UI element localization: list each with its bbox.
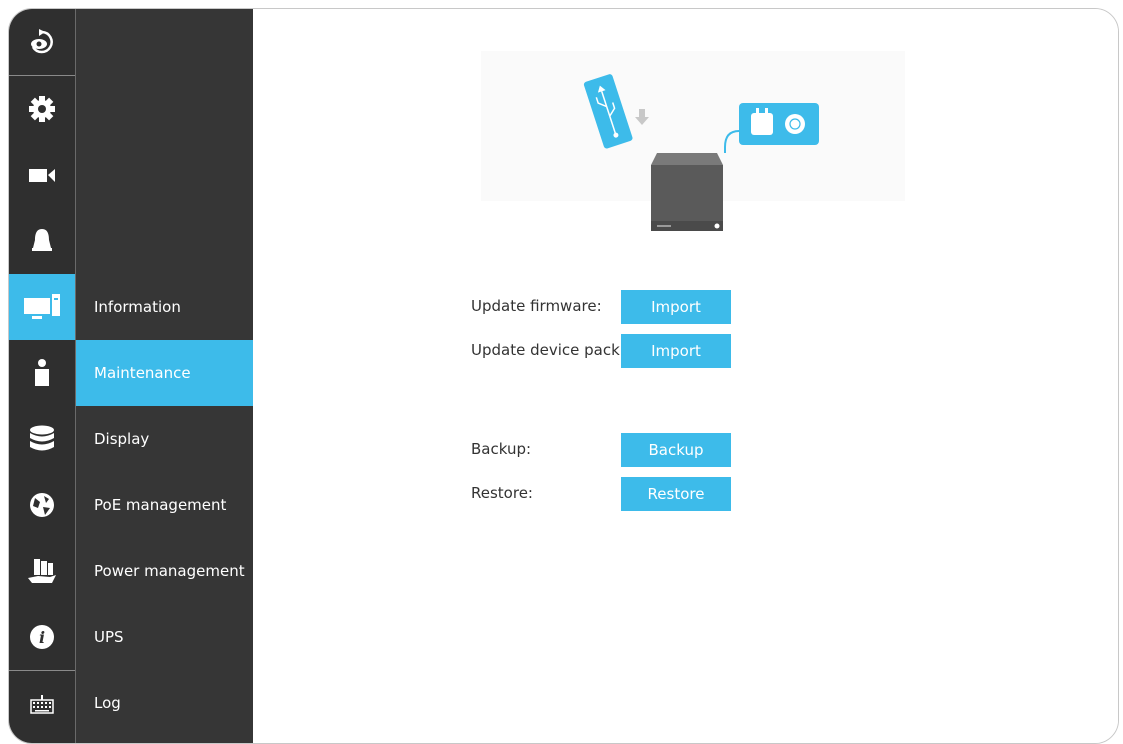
nvr-box-icon — [651, 153, 723, 231]
computer-icon — [24, 294, 60, 319]
submenu-item-label: Log — [94, 694, 121, 712]
rail-item-event[interactable] — [9, 208, 75, 274]
submenu-item-display[interactable]: Display — [76, 406, 254, 472]
submenu-item-label: Display — [94, 430, 150, 448]
usb-drive-icon — [583, 74, 633, 149]
submenu-item-information[interactable]: Information — [76, 274, 254, 340]
rail-item-storage[interactable] — [9, 406, 75, 472]
submenu: Information Maintenance Display PoE mana… — [75, 9, 254, 743]
submenu-item-label: PoE management — [94, 496, 227, 514]
power-outlet-icon — [724, 103, 819, 153]
submenu-item-label: Maintenance — [94, 364, 191, 382]
rail-item-info[interactable]: i — [9, 604, 75, 670]
database-icon — [30, 425, 54, 451]
rail-item-system[interactable] — [9, 274, 75, 340]
restore-label: Restore: — [471, 484, 533, 502]
bell-icon — [32, 229, 52, 251]
submenu-item-poe-management[interactable]: PoE management — [76, 472, 254, 538]
submenu-item-power-management[interactable]: Power management — [76, 538, 254, 604]
submenu-item-ups[interactable]: UPS — [76, 604, 254, 670]
back-eye-icon — [31, 29, 53, 54]
rail-item-camera[interactable] — [9, 142, 75, 208]
backup-button[interactable]: Backup — [621, 433, 731, 467]
import-device-pack-button[interactable]: Import — [621, 334, 731, 368]
restore-button[interactable]: Restore — [621, 477, 731, 511]
video-camera-icon — [29, 169, 55, 182]
svg-text:i: i — [39, 628, 45, 647]
maintenance-panel: Update firmware: Import Update device pa… — [253, 9, 1118, 743]
storage-hand-icon — [28, 559, 56, 583]
rail-item-keyboard[interactable] — [9, 671, 75, 737]
submenu-item-label: Power management — [94, 562, 245, 580]
icon-rail: i — [9, 9, 75, 743]
rail-item-settings[interactable] — [9, 76, 75, 142]
rail-item-archive[interactable] — [9, 538, 75, 604]
info-icon: i — [30, 625, 54, 649]
back-button[interactable] — [9, 9, 75, 75]
backup-label: Backup: — [471, 440, 532, 458]
submenu-item-label: UPS — [94, 628, 124, 646]
rail-item-user[interactable] — [9, 340, 75, 406]
submenu-item-log[interactable]: Log — [76, 670, 254, 736]
update-firmware-label: Update firmware: — [471, 297, 602, 315]
import-firmware-button[interactable]: Import — [621, 290, 731, 324]
submenu-item-label: Information — [94, 298, 181, 316]
gear-icon — [29, 96, 55, 122]
keyboard-icon — [30, 695, 54, 714]
arrow-down-icon — [635, 109, 649, 125]
app-window: i Information Maintenance Display PoE ma… — [8, 8, 1119, 744]
submenu-item-maintenance[interactable]: Maintenance — [76, 340, 254, 406]
user-icon — [35, 359, 49, 386]
nvr-device-illustration — [583, 74, 819, 231]
globe-icon — [30, 493, 54, 517]
rail-item-network[interactable] — [9, 472, 75, 538]
update-device-pack-label: Update device pack: — [471, 341, 625, 359]
nvr-illustration — [481, 51, 905, 231]
